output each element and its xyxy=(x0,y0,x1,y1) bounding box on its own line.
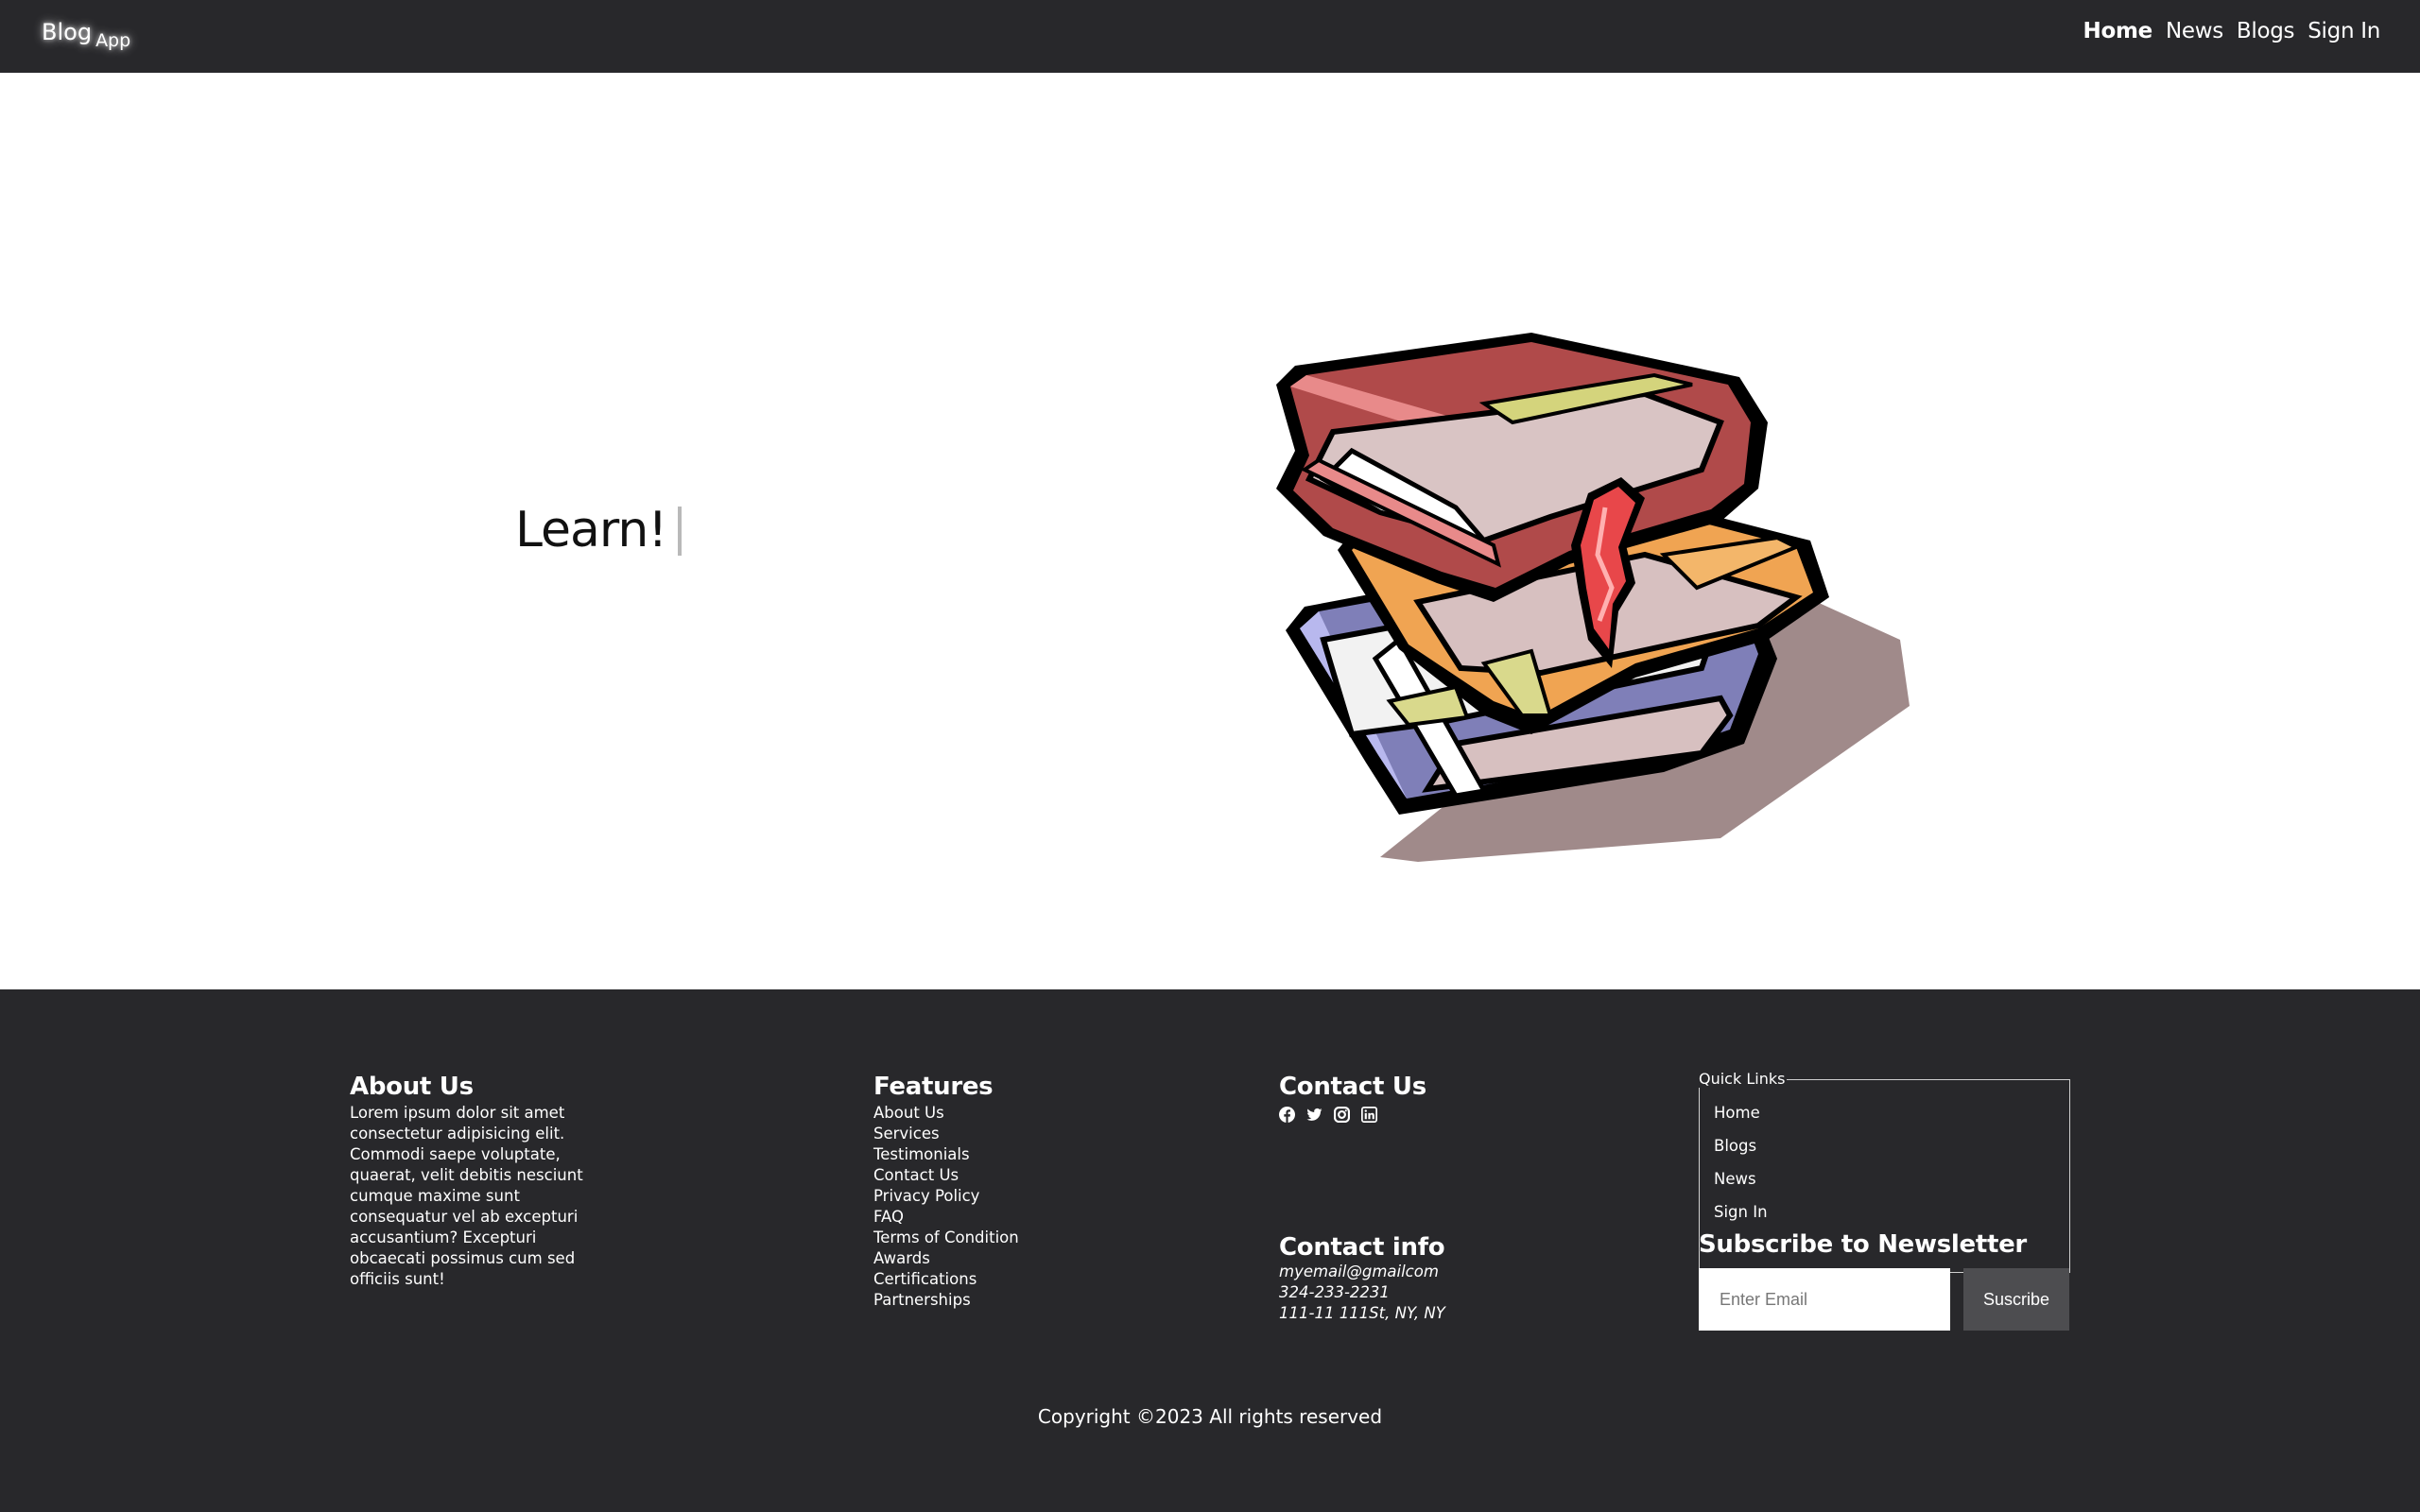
contact-us-title: Contact Us xyxy=(1279,1073,1426,1101)
brand-sub-text: App xyxy=(95,30,131,51)
features-title: Features xyxy=(873,1073,994,1101)
top-navbar: Blog App Home News Blogs Sign In xyxy=(0,0,2420,73)
feature-link-awards[interactable]: Awards xyxy=(873,1248,1019,1269)
nav-link-home[interactable]: Home xyxy=(2083,19,2153,43)
contact-phone: 324-233-2231 xyxy=(1279,1283,1390,1301)
typing-cursor xyxy=(678,507,683,556)
nav-links: Home News Blogs Sign In xyxy=(2083,19,2381,43)
footer-features: Features About Us Services Testimonials … xyxy=(873,1073,1019,1311)
feature-link-terms[interactable]: Terms of Condition xyxy=(873,1228,1019,1248)
feature-link-testimonials[interactable]: Testimonials xyxy=(873,1144,1019,1165)
nav-link-sign-in[interactable]: Sign In xyxy=(2308,19,2380,43)
footer-about: About Us Lorem ipsum dolor sit amet cons… xyxy=(350,1073,614,1290)
feature-link-partnerships[interactable]: Partnerships xyxy=(873,1290,1019,1311)
contact-address: 111-11 111St, NY, NY xyxy=(1279,1304,1445,1322)
feature-link-about-us[interactable]: About Us xyxy=(873,1103,1019,1124)
newsletter-email-input[interactable] xyxy=(1699,1268,1950,1331)
feature-link-certifications[interactable]: Certifications xyxy=(873,1269,1019,1290)
quick-links-legend: Quick Links xyxy=(1699,1070,1788,1088)
feature-link-contact-us[interactable]: Contact Us xyxy=(873,1165,1019,1186)
newsletter-title: Subscribe to Newsletter xyxy=(1699,1230,2027,1259)
nav-link-news[interactable]: News xyxy=(2166,19,2223,43)
about-title: About Us xyxy=(350,1073,474,1101)
instagram-icon[interactable] xyxy=(1334,1107,1350,1123)
quick-link-sign-in[interactable]: Sign In xyxy=(1714,1195,1768,1228)
subscribe-row: Suscribe xyxy=(1699,1268,2069,1331)
books-illustration xyxy=(1276,333,1910,862)
quick-link-news[interactable]: News xyxy=(1714,1162,1768,1195)
footer-contact-us: Contact Us xyxy=(1279,1073,1426,1123)
feature-link-faq[interactable]: FAQ xyxy=(873,1207,1019,1228)
social-icons xyxy=(1279,1107,1426,1123)
feature-link-privacy-policy[interactable]: Privacy Policy xyxy=(873,1186,1019,1207)
linkedin-icon[interactable] xyxy=(1361,1107,1377,1123)
contact-info-title: Contact info xyxy=(1279,1233,1445,1262)
subscribe-button[interactable]: Suscribe xyxy=(1963,1268,2069,1331)
quick-links-list: Home Blogs News Sign In xyxy=(1714,1096,1768,1228)
site-footer: About Us Lorem ipsum dolor sit amet cons… xyxy=(0,989,2420,1512)
newsletter-section: Subscribe to Newsletter Suscribe xyxy=(1699,1230,2069,1331)
quick-link-blogs[interactable]: Blogs xyxy=(1714,1129,1768,1162)
facebook-icon[interactable] xyxy=(1279,1107,1295,1123)
brand-main-text: Blog xyxy=(42,19,93,45)
feature-link-services[interactable]: Services xyxy=(873,1124,1019,1144)
footer-contact-info: Contact info myemail@gmailcom 324-233-22… xyxy=(1279,1233,1445,1324)
quick-link-home[interactable]: Home xyxy=(1714,1096,1768,1129)
about-text: Lorem ipsum dolor sit amet consectetur a… xyxy=(350,1104,583,1288)
copyright-text: Copyright ©2023 All rights reserved xyxy=(1037,1405,1383,1428)
brand-logo[interactable]: Blog App xyxy=(42,19,130,51)
hero-section: Learn! xyxy=(0,73,2420,989)
features-list: About Us Services Testimonials Contact U… xyxy=(873,1103,1019,1311)
twitter-icon[interactable] xyxy=(1306,1107,1322,1123)
hero-headline-text: Learn! xyxy=(515,502,667,558)
nav-link-blogs[interactable]: Blogs xyxy=(2237,19,2295,43)
contact-email: myemail@gmailcom xyxy=(1279,1263,1439,1280)
hero-headline: Learn! xyxy=(515,502,683,558)
